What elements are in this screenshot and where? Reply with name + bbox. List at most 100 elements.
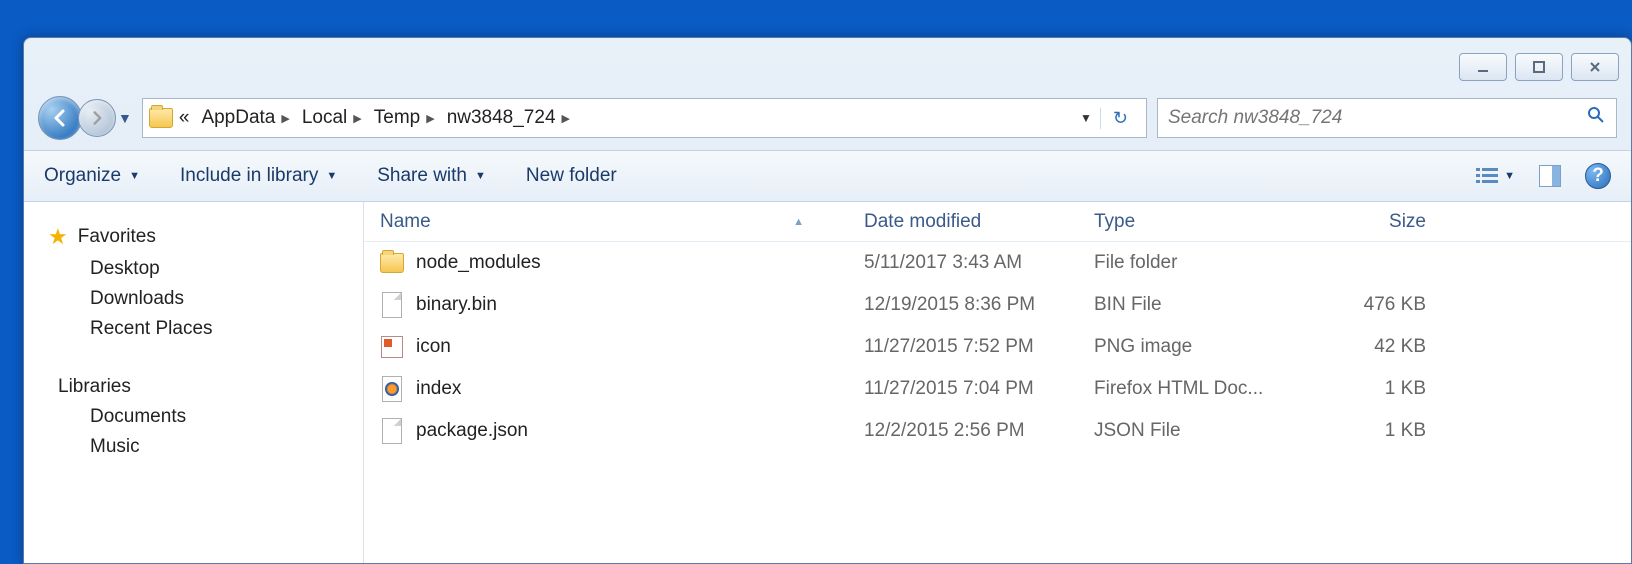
breadcrumb-label: Temp xyxy=(374,107,420,129)
file-size: 476 KB xyxy=(1324,294,1444,316)
file-date: 12/19/2015 8:36 PM xyxy=(864,294,1094,316)
sidebar-label: Downloads xyxy=(90,288,184,310)
chevron-right-icon[interactable]: ▶ xyxy=(353,112,361,125)
folder-icon xyxy=(149,108,173,128)
toolbar: Organize ▼ Include in library ▼ Share wi… xyxy=(24,150,1631,202)
file-name: binary.bin xyxy=(416,294,497,316)
file-date: 5/11/2017 3:43 AM xyxy=(864,252,1094,274)
file-row[interactable]: index 11/27/2015 7:04 PMFirefox HTML Doc.… xyxy=(364,368,1631,410)
column-headers: Name ▲ Date modified Type Size xyxy=(364,202,1631,242)
nav-history-dropdown[interactable]: ▼ xyxy=(118,110,132,126)
search-input[interactable] xyxy=(1168,107,1586,129)
refresh-button[interactable]: ↻ xyxy=(1100,108,1140,129)
help-button[interactable]: ? xyxy=(1585,163,1611,189)
column-header-size[interactable]: Size xyxy=(1324,211,1444,233)
sidebar-downloads[interactable]: Downloads xyxy=(24,284,363,314)
file-size: 1 KB xyxy=(1324,378,1444,400)
close-button[interactable] xyxy=(1571,53,1619,81)
share-with-button[interactable]: Share with ▼ xyxy=(377,165,486,187)
breadcrumb-label: Local xyxy=(302,107,347,129)
new-folder-button[interactable]: New folder xyxy=(526,165,617,187)
breadcrumb-local[interactable]: Local ▶ xyxy=(296,107,368,129)
file-date: 11/27/2015 7:52 PM xyxy=(864,336,1094,358)
image-file-icon xyxy=(381,336,403,358)
explorer-window: ▼ « AppData ▶ Local ▶ Temp ▶ nw3848_724 … xyxy=(23,37,1632,564)
view-mode-button[interactable]: ▼ xyxy=(1476,167,1515,185)
breadcrumb-prefix[interactable]: « xyxy=(173,107,196,129)
titlebar xyxy=(24,38,1631,96)
file-date: 11/27/2015 7:04 PM xyxy=(864,378,1094,400)
breadcrumb-label: nw3848_724 xyxy=(447,107,556,129)
file-icon xyxy=(382,418,402,444)
star-icon: ★ xyxy=(48,224,68,250)
file-name: index xyxy=(416,378,461,400)
nav-buttons: ▼ xyxy=(38,96,132,140)
address-bar[interactable]: « AppData ▶ Local ▶ Temp ▶ nw3848_724 ▶ … xyxy=(142,98,1147,138)
search-icon[interactable] xyxy=(1586,105,1606,131)
file-type: BIN File xyxy=(1094,294,1324,316)
chevron-down-icon: ▼ xyxy=(1504,170,1515,182)
breadcrumb-label: AppData xyxy=(201,107,275,129)
forward-button[interactable] xyxy=(78,99,116,137)
file-row[interactable]: package.json 12/2/2015 2:56 PMJSON File1 … xyxy=(364,410,1631,452)
share-label: Share with xyxy=(377,165,467,187)
chevron-right-icon[interactable]: ▶ xyxy=(562,112,570,125)
sidebar-music[interactable]: Music xyxy=(24,432,363,462)
sidebar-label: Favorites xyxy=(78,226,156,248)
organize-label: Organize xyxy=(44,165,121,187)
file-type: Firefox HTML Doc... xyxy=(1094,378,1324,400)
maximize-button[interactable] xyxy=(1515,53,1563,81)
sort-indicator-icon: ▲ xyxy=(793,216,804,228)
minimize-button[interactable] xyxy=(1459,53,1507,81)
navigation-sidebar: ★ Favorites Desktop Downloads xyxy=(24,202,364,564)
include-label: Include in library xyxy=(180,165,318,187)
firefox-file-icon xyxy=(382,376,402,402)
file-date: 12/2/2015 2:56 PM xyxy=(864,420,1094,442)
chevron-right-icon[interactable]: ▶ xyxy=(426,112,434,125)
sidebar-label: Music xyxy=(90,436,140,458)
sidebar-desktop[interactable]: Desktop xyxy=(24,254,363,284)
chevron-down-icon: ▼ xyxy=(475,170,486,182)
organize-button[interactable]: Organize ▼ xyxy=(44,165,140,187)
file-row[interactable]: binary.bin 12/19/2015 8:36 PMBIN File476 … xyxy=(364,284,1631,326)
sidebar-documents[interactable]: Documents xyxy=(24,402,363,432)
preview-pane-button[interactable] xyxy=(1539,165,1561,187)
new-folder-label: New folder xyxy=(526,165,617,187)
content-area: ★ Favorites Desktop Downloads xyxy=(24,202,1631,564)
back-button[interactable] xyxy=(38,96,82,140)
file-type: JSON File xyxy=(1094,420,1324,442)
file-type: PNG image xyxy=(1094,336,1324,358)
sidebar-label: Documents xyxy=(90,406,186,428)
column-header-type[interactable]: Type xyxy=(1094,211,1324,233)
chevron-down-icon: ▼ xyxy=(129,170,140,182)
search-bar xyxy=(1157,98,1617,138)
column-header-name[interactable]: Name ▲ xyxy=(364,211,864,233)
sidebar-libraries[interactable]: Libraries xyxy=(24,372,363,402)
file-icon xyxy=(382,292,402,318)
file-row[interactable]: icon 11/27/2015 7:52 PMPNG image42 KB xyxy=(364,326,1631,368)
address-dropdown[interactable]: ▼ xyxy=(1072,111,1100,125)
file-row[interactable]: node_modules 5/11/2017 3:43 AMFile folder xyxy=(364,242,1631,284)
chevron-down-icon: ▼ xyxy=(326,170,337,182)
address-row: ▼ « AppData ▶ Local ▶ Temp ▶ nw3848_724 … xyxy=(24,96,1631,150)
column-header-date[interactable]: Date modified xyxy=(864,211,1094,233)
sidebar-label: Desktop xyxy=(90,258,160,280)
sidebar-favorites[interactable]: ★ Favorites xyxy=(24,220,363,254)
column-label: Name xyxy=(380,211,431,233)
chevron-right-icon[interactable]: ▶ xyxy=(281,112,289,125)
breadcrumb-appdata[interactable]: AppData ▶ xyxy=(195,107,295,129)
file-name: node_modules xyxy=(416,252,541,274)
include-library-button[interactable]: Include in library ▼ xyxy=(180,165,337,187)
file-name: icon xyxy=(416,336,451,358)
file-name: package.json xyxy=(416,420,528,442)
sidebar-label: Recent Places xyxy=(90,318,213,340)
file-list-pane: Name ▲ Date modified Type Size node_modu… xyxy=(364,202,1631,564)
file-size: 1 KB xyxy=(1324,420,1444,442)
folder-icon xyxy=(380,253,404,273)
sidebar-recent[interactable]: Recent Places xyxy=(24,314,363,344)
breadcrumb-current[interactable]: nw3848_724 ▶ xyxy=(441,107,576,129)
file-size: 42 KB xyxy=(1324,336,1444,358)
file-type: File folder xyxy=(1094,252,1324,274)
sidebar-label: Libraries xyxy=(58,376,131,398)
breadcrumb-temp[interactable]: Temp ▶ xyxy=(368,107,441,129)
